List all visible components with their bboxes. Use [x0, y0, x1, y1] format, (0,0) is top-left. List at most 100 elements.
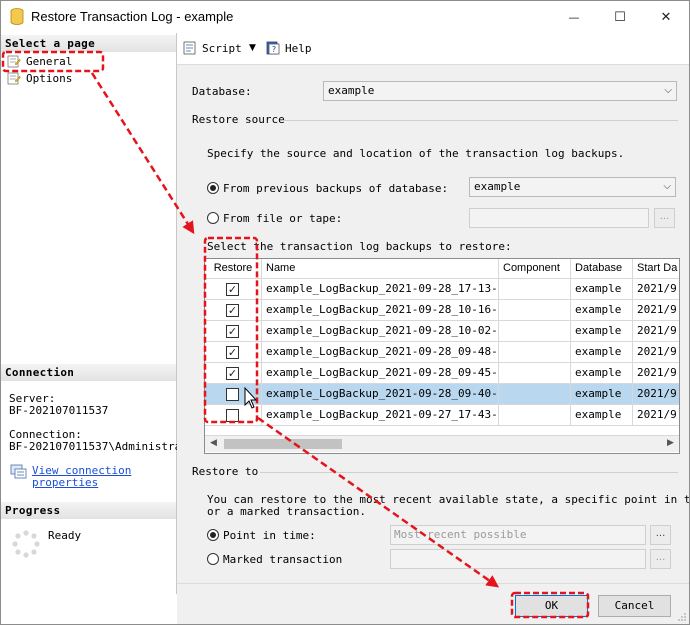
connection-value: BF-202107011537\Administrat	[9, 440, 188, 453]
help-button[interactable]: ? Help	[266, 41, 312, 55]
help-icon: ?	[266, 41, 280, 55]
point-in-time-browse-button[interactable]: ...	[650, 525, 671, 545]
horizontal-scrollbar[interactable]: ◀ ▶	[205, 435, 679, 452]
restore-checkbox[interactable]	[226, 409, 239, 422]
maximize-button[interactable]: ☐	[597, 1, 643, 33]
scrollbar-thumb[interactable]	[224, 439, 342, 449]
script-icon	[183, 41, 196, 55]
database-label: Database:	[192, 85, 252, 98]
component-cell	[499, 342, 571, 363]
restore-source-label: Restore source	[192, 113, 285, 126]
browse-button[interactable]: ...	[654, 208, 675, 228]
restore-cell: ✓	[205, 363, 262, 384]
name-cell: example_LogBackup_2021-09-28_10-02-07	[262, 321, 499, 342]
name-cell: example_LogBackup_2021-09-28_17-13-22	[262, 279, 499, 300]
from-file-label: From file or tape:	[223, 212, 343, 225]
group-divider	[260, 472, 678, 473]
group-divider	[282, 120, 678, 121]
restore-checkbox[interactable]: ✓	[226, 304, 239, 317]
script-dropdown-icon[interactable]: ▼	[249, 43, 256, 53]
svg-text:?: ?	[272, 45, 276, 54]
help-label: Help	[285, 41, 312, 55]
point-in-time-input[interactable]: Most recent possible	[390, 525, 646, 545]
marked-transaction-radio[interactable]	[207, 553, 219, 565]
restore-cell	[205, 384, 262, 405]
minimize-button[interactable]: —	[551, 1, 597, 33]
from-file-radio[interactable]	[207, 212, 219, 224]
connection-header: Connection	[1, 364, 176, 381]
ok-button[interactable]: OK	[515, 595, 588, 617]
progress-spinner-icon	[12, 530, 40, 558]
close-icon: ✕	[660, 9, 672, 25]
chevron-down-icon: ⌵	[663, 181, 671, 192]
general-page: Database: example ⌵ Restore source Speci…	[177, 65, 689, 583]
page-properties-icon	[7, 55, 21, 68]
resize-grip-icon[interactable]	[677, 612, 687, 622]
column-header-name[interactable]: Name	[262, 259, 499, 279]
page-item-options[interactable]: Options	[7, 71, 72, 86]
restore-cell	[205, 405, 262, 426]
restore-checkbox[interactable]: ✓	[226, 283, 239, 296]
component-cell	[499, 300, 571, 321]
component-cell	[499, 384, 571, 405]
restore-checkbox[interactable]: ✓	[226, 367, 239, 380]
point-in-time-label: Point in time:	[223, 529, 316, 542]
page-item-label: Options	[26, 72, 73, 85]
table-row[interactable]: ✓ example_LogBackup_2021-09-28_10-02-07 ex…	[205, 321, 679, 342]
database-combo[interactable]: example ⌵	[323, 81, 677, 101]
marked-transaction-browse-button[interactable]: ...	[650, 549, 671, 569]
column-header-database[interactable]: Database	[571, 259, 633, 279]
start-date-cell: 2021/9,	[633, 363, 679, 384]
point-in-time-radio[interactable]	[207, 529, 219, 541]
table-row[interactable]: ✓ example_LogBackup_2021-09-28_17-13-22 ex…	[205, 279, 679, 300]
column-header-start-date[interactable]: Start Da	[633, 259, 679, 279]
table-row[interactable]: ✓ example_LogBackup_2021-09-28_09-48-21 ex…	[205, 342, 679, 363]
database-cell: example	[571, 279, 633, 300]
table-row[interactable]: ✓ example_LogBackup_2021-09-28_10-16-51 ex…	[205, 300, 679, 321]
database-cell: example	[571, 363, 633, 384]
restore-cell: ✓	[205, 342, 262, 363]
scroll-left-icon[interactable]: ◀	[210, 438, 217, 448]
marked-transaction-label: Marked transaction	[223, 553, 343, 566]
minimize-icon: —	[568, 10, 580, 24]
database-cell: example	[571, 300, 633, 321]
select-backups-label: Select the transaction log backups to re…	[207, 240, 512, 253]
database-cell: example	[571, 405, 633, 426]
marked-transaction-input[interactable]	[390, 549, 646, 569]
from-previous-radio[interactable]	[207, 182, 219, 194]
restore-checkbox[interactable]: ✓	[226, 325, 239, 338]
name-cell: example_LogBackup_2021-09-28_10-16-51	[262, 300, 499, 321]
component-cell	[499, 321, 571, 342]
restore-to-label: Restore to	[192, 465, 259, 478]
page-item-label: General	[26, 55, 73, 68]
source-instructions: Specify the source and location of the t…	[207, 147, 625, 160]
page-properties-icon	[7, 72, 21, 85]
restore-checkbox[interactable]	[226, 388, 239, 401]
backup-sets-grid: Restore Name Component Database Start Da…	[204, 258, 680, 454]
start-date-cell: 2021/9,	[633, 384, 679, 405]
scroll-right-icon[interactable]: ▶	[667, 438, 674, 448]
table-row[interactable]: ✓ example_LogBackup_2021-09-28_09-45-57 ex…	[205, 363, 679, 384]
from-file-input[interactable]	[469, 208, 649, 228]
close-button[interactable]: ✕	[643, 1, 689, 33]
from-previous-combo[interactable]: example ⌵	[469, 177, 676, 197]
view-connection-link-cont[interactable]: properties	[32, 476, 98, 489]
restore-checkbox[interactable]: ✓	[226, 346, 239, 359]
script-label: Script	[202, 41, 242, 55]
component-cell	[499, 279, 571, 300]
page-item-general[interactable]: General	[7, 54, 72, 69]
cancel-button[interactable]: Cancel	[598, 595, 671, 617]
column-header-restore[interactable]: Restore	[205, 259, 262, 279]
restore-cell: ✓	[205, 300, 262, 321]
table-row[interactable]: example_LogBackup_2021-09-28_09-40-57 exa…	[205, 384, 679, 405]
database-cell: example	[571, 384, 633, 405]
chevron-down-icon: ⌵	[664, 85, 672, 96]
name-cell: example_LogBackup_2021-09-28_09-45-57	[262, 363, 499, 384]
database-cell: example	[571, 321, 633, 342]
script-button[interactable]: Script	[183, 41, 242, 55]
column-header-component[interactable]: Component	[499, 259, 571, 279]
component-cell	[499, 363, 571, 384]
server-value: BF-202107011537	[9, 404, 109, 417]
start-date-cell: 2021/9,	[633, 405, 679, 426]
table-row[interactable]: example_LogBackup_2021-09-27_17-43-55 exa…	[205, 405, 679, 426]
